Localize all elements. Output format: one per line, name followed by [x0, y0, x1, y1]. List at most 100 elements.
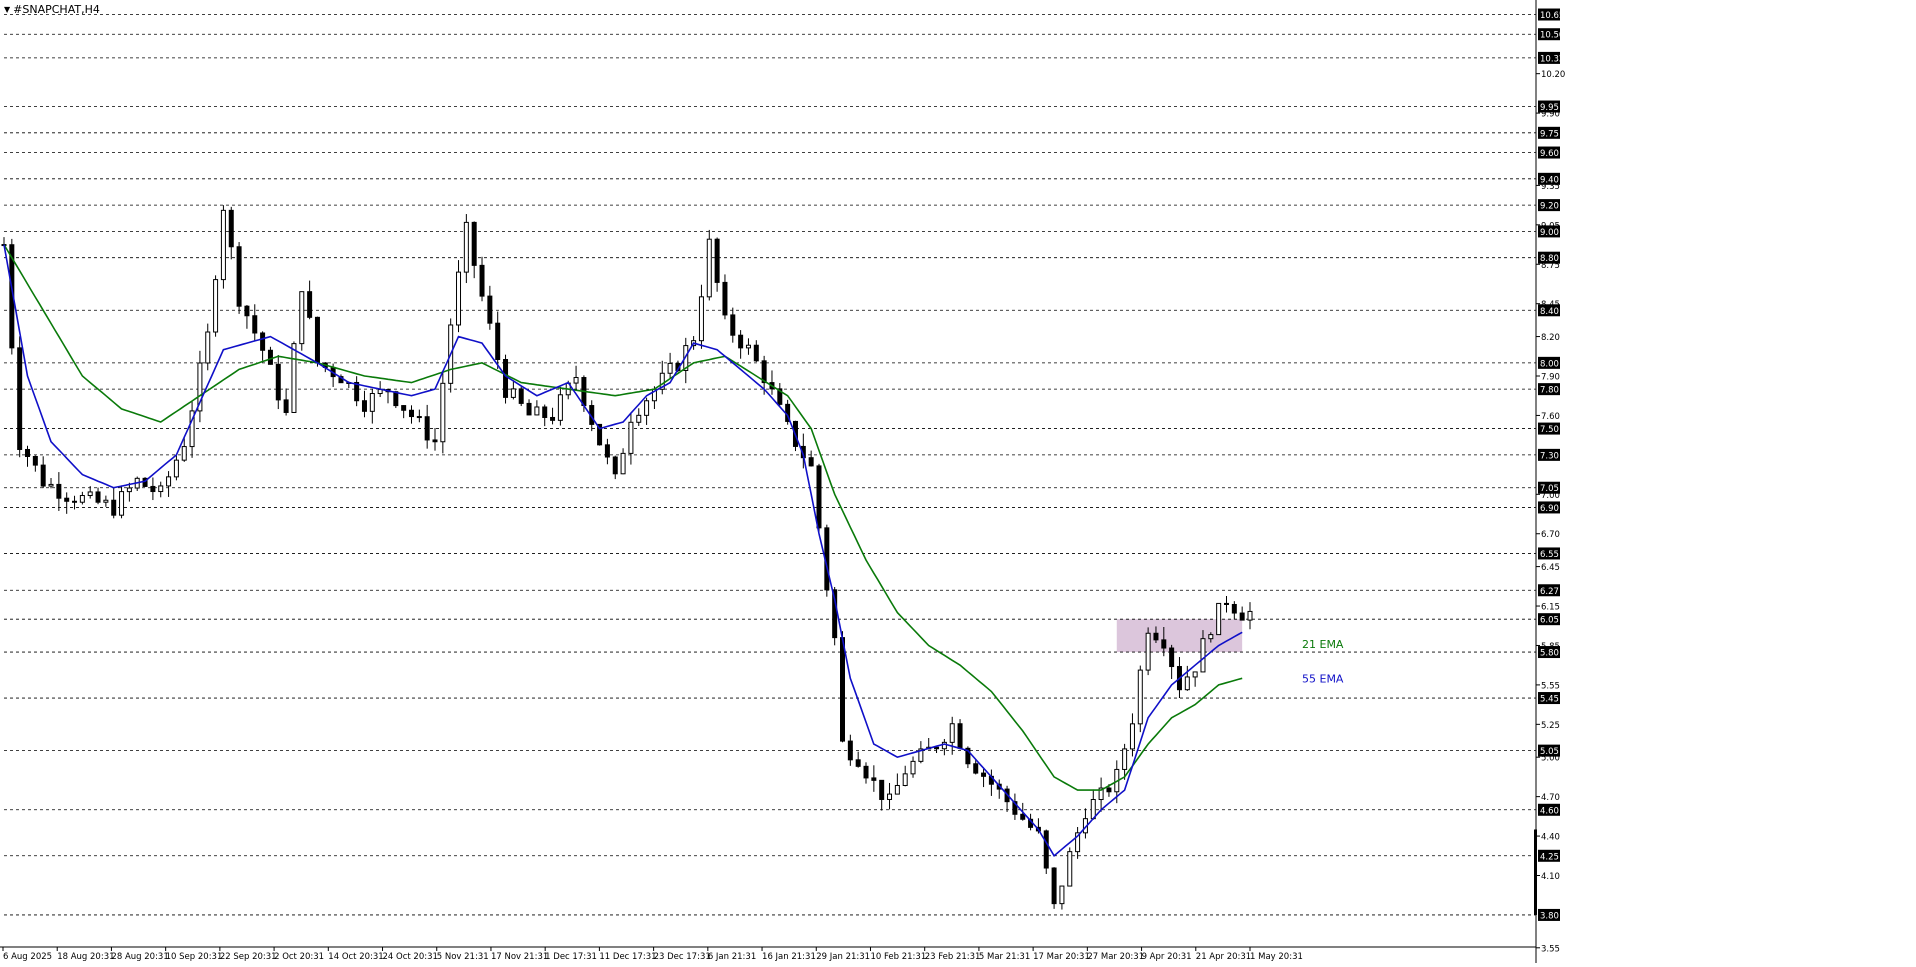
- level-label: 7.50: [1540, 425, 1559, 435]
- candle-body: [1020, 813, 1026, 820]
- time-tick-label: 17 Mar 20:31: [1033, 952, 1090, 962]
- candle-body: [17, 347, 23, 450]
- candle-body: [1145, 632, 1151, 671]
- candle-body: [510, 388, 516, 398]
- candle-body: [440, 382, 446, 443]
- candle-body: [64, 497, 70, 502]
- symbol-label: #SNAPCHAT,H4: [13, 3, 100, 16]
- level-label: 10.32: [1540, 54, 1564, 64]
- time-tick-label: 27 Mar 20:31: [1087, 952, 1144, 962]
- candle-body: [863, 765, 869, 779]
- candle-body: [471, 221, 477, 266]
- candle-body: [1216, 602, 1222, 636]
- time-tick-label: 6 Jan 21:31: [708, 952, 756, 962]
- level-label: 6.05: [1540, 616, 1559, 626]
- candle-body: [714, 238, 720, 283]
- candle-body: [542, 406, 548, 418]
- candle-body: [847, 740, 853, 761]
- candle-body: [934, 746, 940, 750]
- candle-body: [722, 281, 728, 316]
- chart-area[interactable]: ▼ #SNAPCHAT,H4 21 EMA 55 EMA 10.20 9.90 9.3…: [0, 0, 1916, 963]
- candle-body: [910, 760, 916, 775]
- candle-body: [1231, 603, 1237, 614]
- candle-body: [158, 485, 164, 493]
- price-tick-label: 3.55: [1541, 944, 1560, 954]
- candle-body: [220, 209, 226, 281]
- candle-body: [283, 399, 289, 413]
- candle-body: [424, 416, 430, 441]
- level-label: 7.80: [1540, 386, 1559, 396]
- candle-body: [72, 500, 78, 503]
- level-label: 4.60: [1540, 806, 1559, 816]
- level-label: 8.40: [1540, 307, 1559, 317]
- candle-body: [260, 332, 266, 351]
- price-tick-label: 6.15: [1541, 603, 1560, 613]
- price-tick-label: 7.90: [1541, 372, 1560, 382]
- level-label: 9.40: [1540, 175, 1559, 185]
- candle-body: [612, 456, 618, 475]
- candle-body: [456, 271, 462, 326]
- level-label: 5.80: [1540, 649, 1559, 659]
- price-chart[interactable]: 21 EMA55 EMA 10.209.909.359.058.758.458.…: [0, 0, 1916, 963]
- candle-body: [534, 406, 540, 416]
- candle-body: [1067, 851, 1073, 887]
- time-tick-label: 9 Apr 20:31: [1142, 952, 1192, 962]
- candle-body: [299, 291, 305, 345]
- candle-body: [644, 400, 650, 416]
- candlesticks: [1, 205, 1253, 910]
- candle-body: [236, 246, 242, 307]
- time-tick-label: 22 Sep 20:31: [220, 952, 277, 962]
- candle-body: [526, 402, 532, 416]
- level-label: 9.20: [1540, 202, 1559, 212]
- level-label: 3.80: [1540, 911, 1559, 921]
- price-tick-label: 5.25: [1541, 721, 1560, 731]
- time-tick-label: 24 Oct 20:31: [383, 952, 438, 962]
- candle-body: [401, 405, 407, 411]
- candle-body: [463, 221, 469, 273]
- level-label: 6.90: [1540, 504, 1559, 514]
- time-tick-label: 5 Mar 21:31: [979, 952, 1030, 962]
- price-tick-label: 10.20: [1541, 70, 1565, 80]
- level-label: 9.60: [1540, 149, 1559, 159]
- candle-body: [205, 331, 211, 364]
- time-axis[interactable]: 6 Aug 2025 18 Aug 20:3128 Aug 20:3110 Sep…: [0, 946, 1536, 962]
- candle-body: [855, 759, 861, 767]
- candle-body: [56, 483, 62, 499]
- candle-body: [228, 209, 234, 248]
- candle-body: [87, 491, 93, 497]
- candle-body: [667, 362, 673, 374]
- candle-body: [808, 457, 814, 467]
- candle-body: [291, 343, 297, 413]
- candle-body: [432, 439, 438, 443]
- chart-menu-triangle-icon[interactable]: ▼: [4, 5, 10, 14]
- candle-body: [1208, 634, 1214, 640]
- candle-body: [408, 409, 414, 418]
- candle-body: [79, 495, 85, 503]
- level-label: 9.75: [1540, 129, 1559, 139]
- price-tick-label: 4.70: [1541, 793, 1560, 803]
- candle-body: [1184, 676, 1190, 691]
- candle-body: [95, 491, 101, 503]
- ema-lines: [3, 244, 1243, 858]
- time-tick-label: 18 Aug 20:31: [57, 952, 114, 962]
- candle-body: [706, 238, 712, 298]
- candle-body: [738, 334, 744, 349]
- candle-body: [166, 476, 172, 487]
- time-tick-label: 1 May 20:31: [1250, 952, 1303, 962]
- candle-body: [275, 363, 281, 401]
- candle-body: [150, 485, 156, 493]
- candle-body: [636, 414, 642, 423]
- price-tick-label: 4.40: [1541, 833, 1560, 843]
- candle-body: [1247, 610, 1253, 621]
- candle-body: [698, 296, 704, 342]
- candle-body: [307, 291, 313, 318]
- level-label: 4.25: [1540, 852, 1559, 862]
- time-tick-label: 11 Dec 17:31: [599, 952, 656, 962]
- candle-body: [213, 279, 219, 333]
- candle-body: [1153, 632, 1159, 641]
- candle-body: [887, 793, 893, 800]
- price-tick-label: 4.10: [1541, 872, 1560, 882]
- candle-body: [252, 315, 258, 334]
- level-label: 9.00: [1540, 228, 1559, 238]
- price-axis[interactable]: 10.209.909.359.058.758.458.207.907.607.0…: [1534, 0, 1565, 963]
